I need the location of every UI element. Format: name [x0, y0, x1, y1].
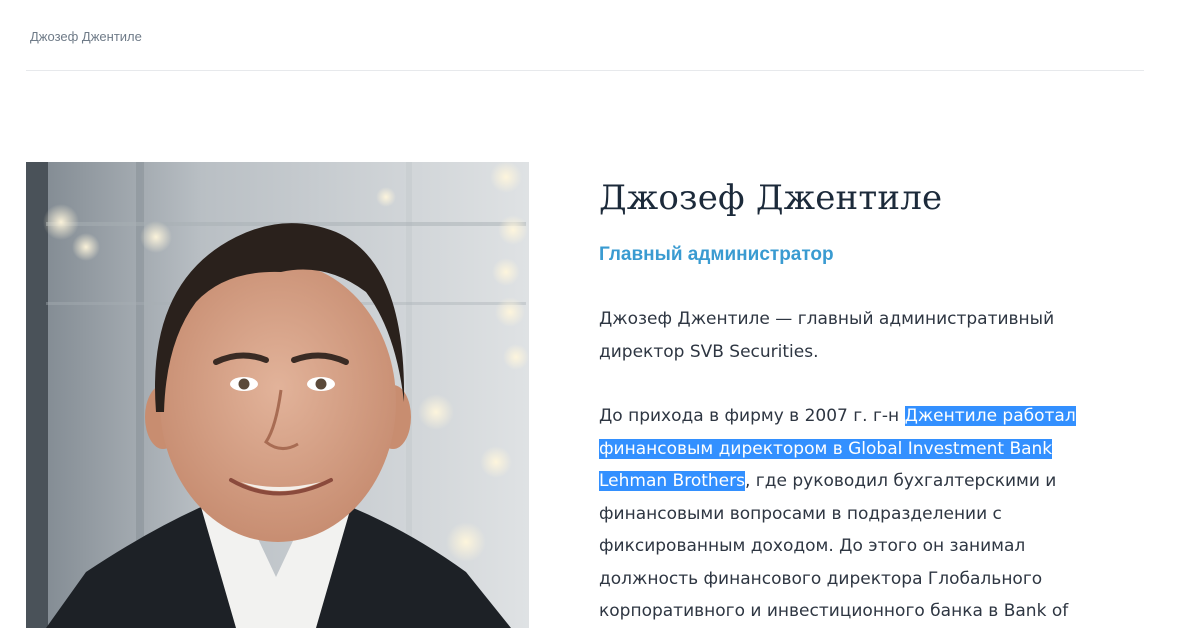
- breadcrumb[interactable]: Джозеф Джентиле: [30, 29, 142, 44]
- profile-role: Главный администратор: [599, 244, 834, 265]
- bio-paragraph-2: До прихода в фирму в 2007 г. г-н Джентил…: [599, 400, 1119, 628]
- profile-name: Джозеф Джентиле: [599, 178, 943, 218]
- profile-photo: [26, 162, 529, 628]
- header-divider: [26, 70, 1144, 71]
- bio-text-after-selection: , где руководил бухгалтерскими и финансо…: [599, 471, 1069, 621]
- bio-text-before-selection: До прихода в фирму в 2007 г. г-н: [599, 406, 905, 426]
- bio-paragraph-1: Джозеф Джентиле — главный административн…: [599, 309, 1055, 362]
